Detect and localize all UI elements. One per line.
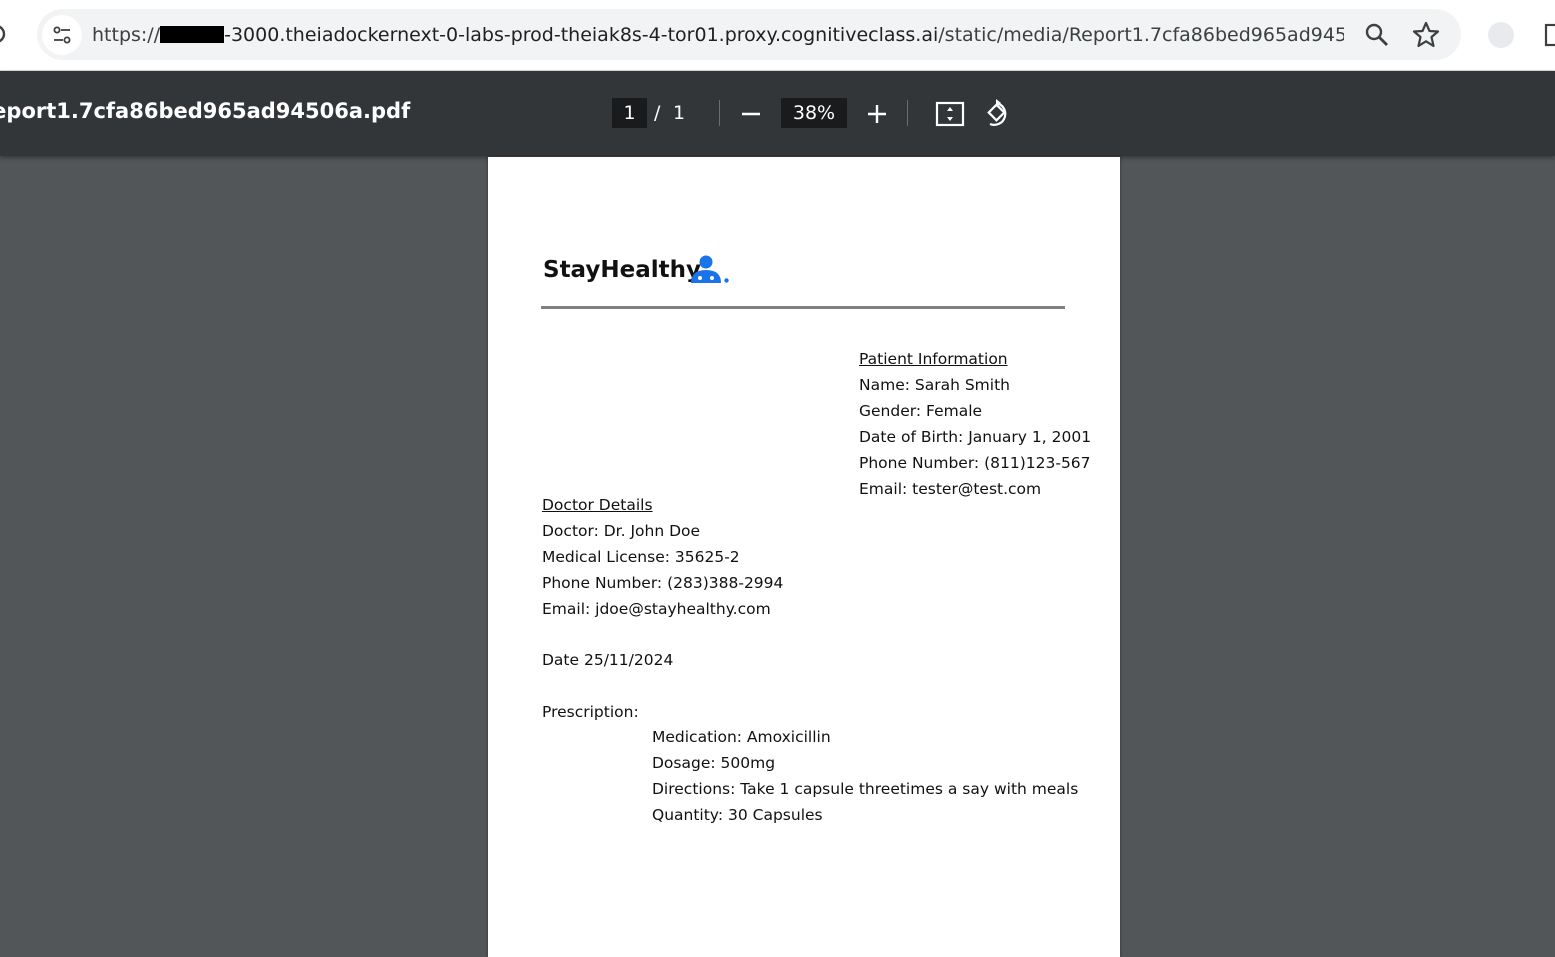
- page-number-input[interactable]: 1: [612, 98, 647, 128]
- extension-icon[interactable]: [1488, 22, 1514, 48]
- url-text[interactable]: https:// -3000.theiadockernext-0-labs-pro…: [92, 22, 1344, 48]
- prescription-report: StayHealthy Patient Information Name: Sa…: [488, 157, 1120, 937]
- zoom-level-input[interactable]: 38%: [781, 98, 847, 128]
- patient-heading: Patient Information: [859, 350, 1008, 368]
- quantity: Quantity: 30 Capsules: [652, 806, 823, 824]
- zoom-search-icon[interactable]: [1362, 20, 1392, 50]
- directions: Directions: Take 1 capsule threetimes a …: [652, 780, 1079, 798]
- url-prefix: https://: [92, 24, 161, 46]
- toolbar-divider: [907, 100, 908, 126]
- doctor-phone: Phone Number: (283)388-2994: [542, 574, 784, 592]
- patient-dob: Date of Birth: January 1, 2001: [859, 428, 1092, 446]
- patient-email: Email: tester@test.com: [859, 480, 1042, 498]
- tune-icon: [53, 26, 71, 44]
- zoom-in-icon[interactable]: [861, 98, 893, 130]
- doctor-email: Email: jdoe@stayhealthy.com: [542, 600, 771, 618]
- browser-bar: https:// -3000.theiadockernext-0-labs-pro…: [0, 0, 1555, 71]
- reload-icon[interactable]: [0, 20, 14, 48]
- page-separator: /: [654, 102, 661, 124]
- bookmark-star-icon[interactable]: [1411, 20, 1441, 50]
- page-total: 1: [673, 102, 686, 124]
- doctor-license: Medical License: 35625-2: [542, 548, 740, 566]
- file-title: Report1.7cfa86bed965ad94506a.pdf: [0, 99, 411, 123]
- medication: Medication: Amoxicillin: [652, 728, 831, 746]
- side-panel-icon[interactable]: [1540, 22, 1555, 48]
- prescription-heading: Prescription:: [542, 703, 639, 721]
- zoom-out-icon[interactable]: [735, 98, 767, 130]
- patient-gender: Gender: Female: [859, 402, 983, 420]
- site-info-button[interactable]: [42, 15, 82, 55]
- pdf-toolbar: Report1.7cfa86bed965ad94506a.pdf 1 / 1 3…: [0, 71, 1555, 156]
- rotate-icon[interactable]: [982, 98, 1014, 130]
- redacted-segment: [160, 26, 225, 43]
- doctor-icon: [691, 255, 729, 283]
- brand-name: StayHealthy: [543, 257, 701, 283]
- doctor-heading: Doctor Details: [542, 496, 653, 514]
- pdf-page: StayHealthy Patient Information Name: Sa…: [488, 157, 1120, 957]
- toolbar-divider: [719, 100, 720, 126]
- report-date: Date 25/11/2024: [542, 651, 674, 669]
- url-host: -3000.theiadockernext-0-labs-prod-theiak…: [224, 24, 939, 46]
- url-path: /static/media/Report1.7cfa86bed965ad9450…: [938, 24, 1344, 46]
- header-divider: [541, 306, 1065, 309]
- fit-page-icon[interactable]: [934, 98, 966, 130]
- brand-logo: StayHealthy: [543, 255, 729, 283]
- patient-name: Name: Sarah Smith: [859, 376, 1010, 394]
- patient-phone: Phone Number: (811)123-567: [859, 454, 1091, 472]
- dosage: Dosage: 500mg: [652, 754, 776, 772]
- doctor-name: Doctor: Dr. John Doe: [542, 522, 701, 540]
